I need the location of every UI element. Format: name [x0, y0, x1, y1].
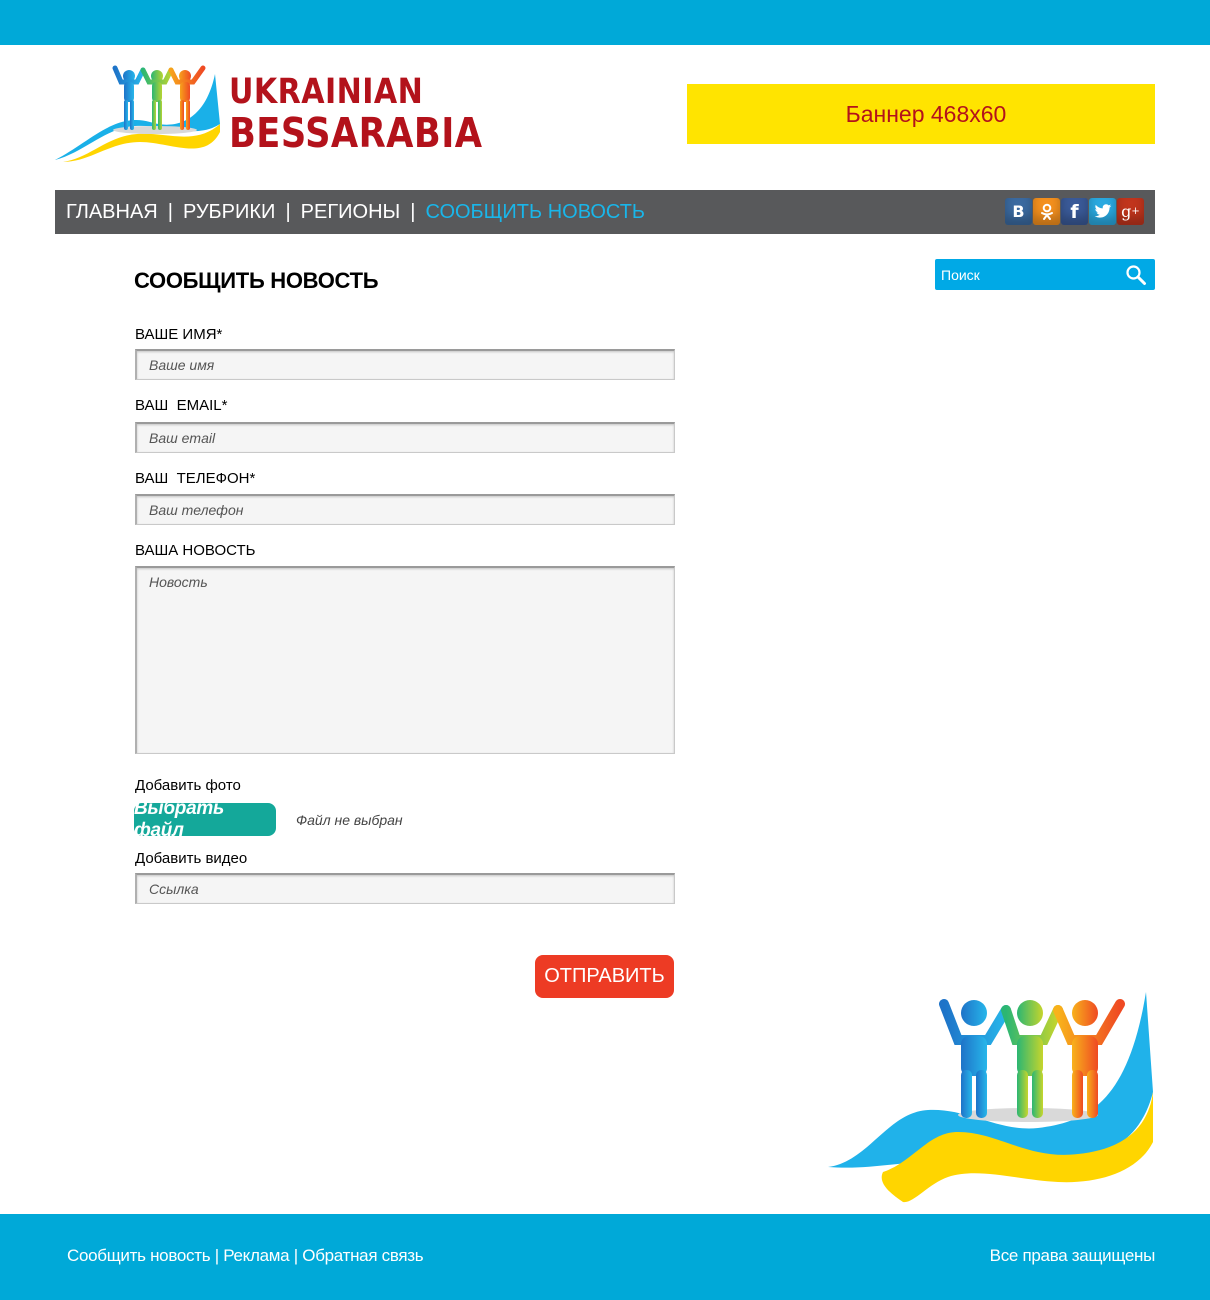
nav-item-categories[interactable]: РУБРИКИ [183, 201, 275, 224]
name-label: ВАШЕ ИМЯ* [135, 326, 223, 343]
odnoklassniki-icon[interactable] [1033, 198, 1060, 225]
file-status: Файл не выбран [296, 812, 403, 828]
search-box [935, 259, 1155, 290]
facebook-icon[interactable]: f [1061, 198, 1088, 225]
footer-links: Сообщить новость | Реклама | Обратная св… [67, 1246, 424, 1266]
footer-link-report-news[interactable]: Сообщить новость [67, 1246, 211, 1265]
nav-item-regions[interactable]: РЕГИОНЫ [301, 201, 401, 224]
email-label: ВАШ EMAIL* [135, 397, 228, 414]
phone-field[interactable] [135, 494, 675, 525]
google-plus-icon[interactable]: g + [1117, 198, 1144, 225]
nav-separator: | [167, 200, 173, 223]
search-input[interactable] [935, 259, 1120, 290]
logo-text-line2: BESSARABIA [229, 109, 483, 157]
footer-separator: | [210, 1246, 224, 1265]
nav-list: ГЛАВНАЯ | РУБРИКИ | РЕГИОНЫ | СООБЩИТЬ Н… [66, 190, 645, 234]
phone-label: ВАШ ТЕЛЕФОН* [135, 470, 256, 487]
choose-file-button[interactable]: Выбрать файл [134, 798, 276, 841]
footer: Сообщить новость | Реклама | Обратная св… [0, 1214, 1210, 1300]
footer-separator: | [289, 1246, 303, 1265]
footer-copyright: Все права защищены [989, 1246, 1156, 1265]
nav-separator: | [410, 200, 416, 223]
nav-separator: | [285, 200, 291, 223]
photo-label: Добавить фото [135, 777, 241, 794]
site-logo[interactable]: UKRAINIAN BESSARABIA [55, 62, 535, 180]
social-links: В f g + [1005, 198, 1144, 225]
news-textarea[interactable] [135, 566, 675, 754]
submit-button[interactable]: ОТПРАВИТЬ [535, 955, 674, 998]
name-field[interactable] [135, 349, 675, 380]
logo-text-line1: UKRAINIAN [229, 72, 424, 112]
nav-item-report-news[interactable]: СООБЩИТЬ НОВОСТЬ [425, 201, 645, 224]
footer-link-feedback[interactable]: Обратная связь [302, 1246, 423, 1265]
email-field[interactable] [135, 422, 675, 453]
main-nav: ГЛАВНАЯ | РУБРИКИ | РЕГИОНЫ | СООБЩИТЬ Н… [55, 190, 1155, 234]
news-label: ВАША НОВОСТЬ [135, 542, 256, 559]
ad-banner-label: Баннер 468x60 [845, 100, 1007, 127]
video-label: Добавить видео [135, 850, 248, 867]
search-icon[interactable] [1125, 264, 1147, 286]
ad-banner[interactable]: Баннер 468x60 [687, 84, 1155, 144]
vk-icon[interactable]: В [1005, 198, 1032, 225]
mascot-illustration [828, 992, 1153, 1203]
video-link-field[interactable] [135, 873, 675, 904]
logo-people-icon [55, 65, 220, 162]
twitter-icon[interactable] [1089, 198, 1116, 225]
nav-item-home[interactable]: ГЛАВНАЯ [66, 201, 158, 224]
top-bar [0, 0, 1210, 45]
footer-link-advertising[interactable]: Реклама [223, 1246, 289, 1265]
page-title: СООБЩИТЬ НОВОСТЬ [134, 268, 379, 293]
